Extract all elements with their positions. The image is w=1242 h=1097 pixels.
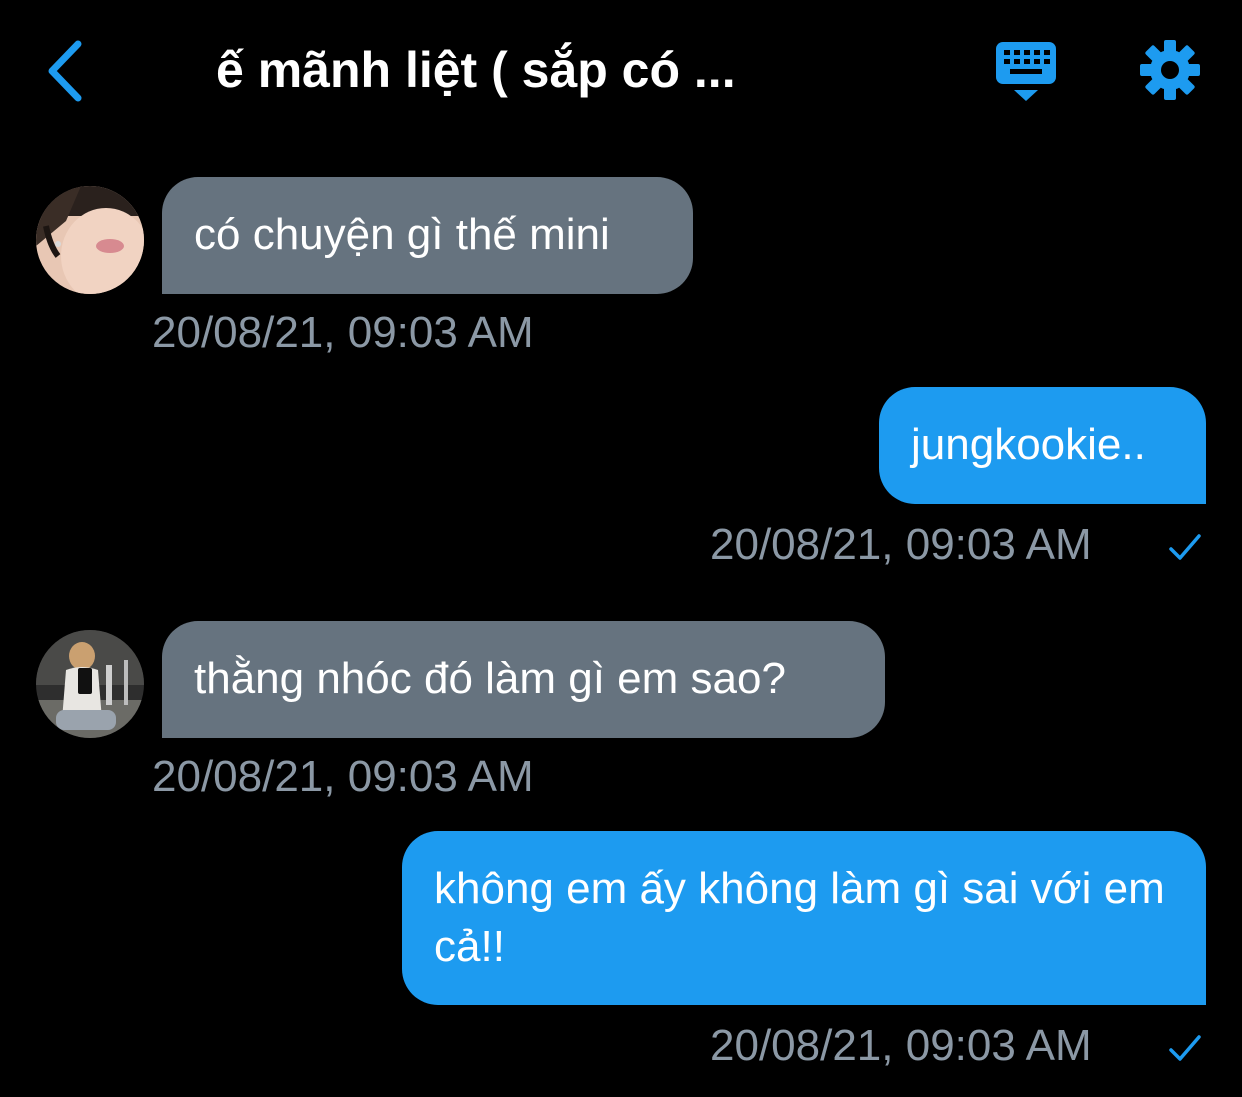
message-text: jungkookie.. bbox=[911, 420, 1146, 469]
message-bubble-sent[interactable]: jungkookie.. bbox=[879, 387, 1206, 504]
avatar-image bbox=[36, 186, 144, 294]
message-timestamp: 20/08/21, 09:03 AM bbox=[152, 752, 534, 801]
check-icon bbox=[1169, 534, 1201, 560]
message-bubble-sent[interactable]: không em ấy không làm gì sai với em cả!! bbox=[402, 831, 1206, 1005]
settings-button[interactable] bbox=[1138, 38, 1202, 102]
check-icon bbox=[1169, 1035, 1201, 1061]
message-bubble-received[interactable]: có chuyện gì thế mini bbox=[162, 177, 693, 294]
avatar[interactable] bbox=[36, 630, 144, 738]
message-text: có chuyện gì thế mini bbox=[194, 210, 610, 259]
keyboard-button[interactable] bbox=[994, 40, 1058, 104]
message-text: thằng nhóc đó làm gì em sao? bbox=[194, 654, 786, 703]
message-timestamp: 20/08/21, 09:03 AM bbox=[710, 520, 1092, 569]
keyboard-icon bbox=[996, 42, 1056, 101]
back-button[interactable] bbox=[40, 36, 96, 106]
conversation-title[interactable]: ế mãnh liệt ( sắp có ... bbox=[216, 40, 816, 100]
message-text: không em ấy không làm gì sai với em cả!! bbox=[434, 864, 1165, 971]
avatar[interactable] bbox=[36, 186, 144, 294]
gear-icon bbox=[1140, 40, 1200, 100]
message-timestamp: 20/08/21, 09:03 AM bbox=[152, 308, 534, 357]
message-bubble-received[interactable]: thằng nhóc đó làm gì em sao? bbox=[162, 621, 885, 738]
message-timestamp: 20/08/21, 09:03 AM bbox=[710, 1021, 1092, 1070]
conversation-header: ế mãnh liệt ( sắp có ... bbox=[0, 0, 1242, 140]
chevron-left-icon bbox=[48, 40, 82, 102]
avatar-image bbox=[36, 630, 144, 738]
